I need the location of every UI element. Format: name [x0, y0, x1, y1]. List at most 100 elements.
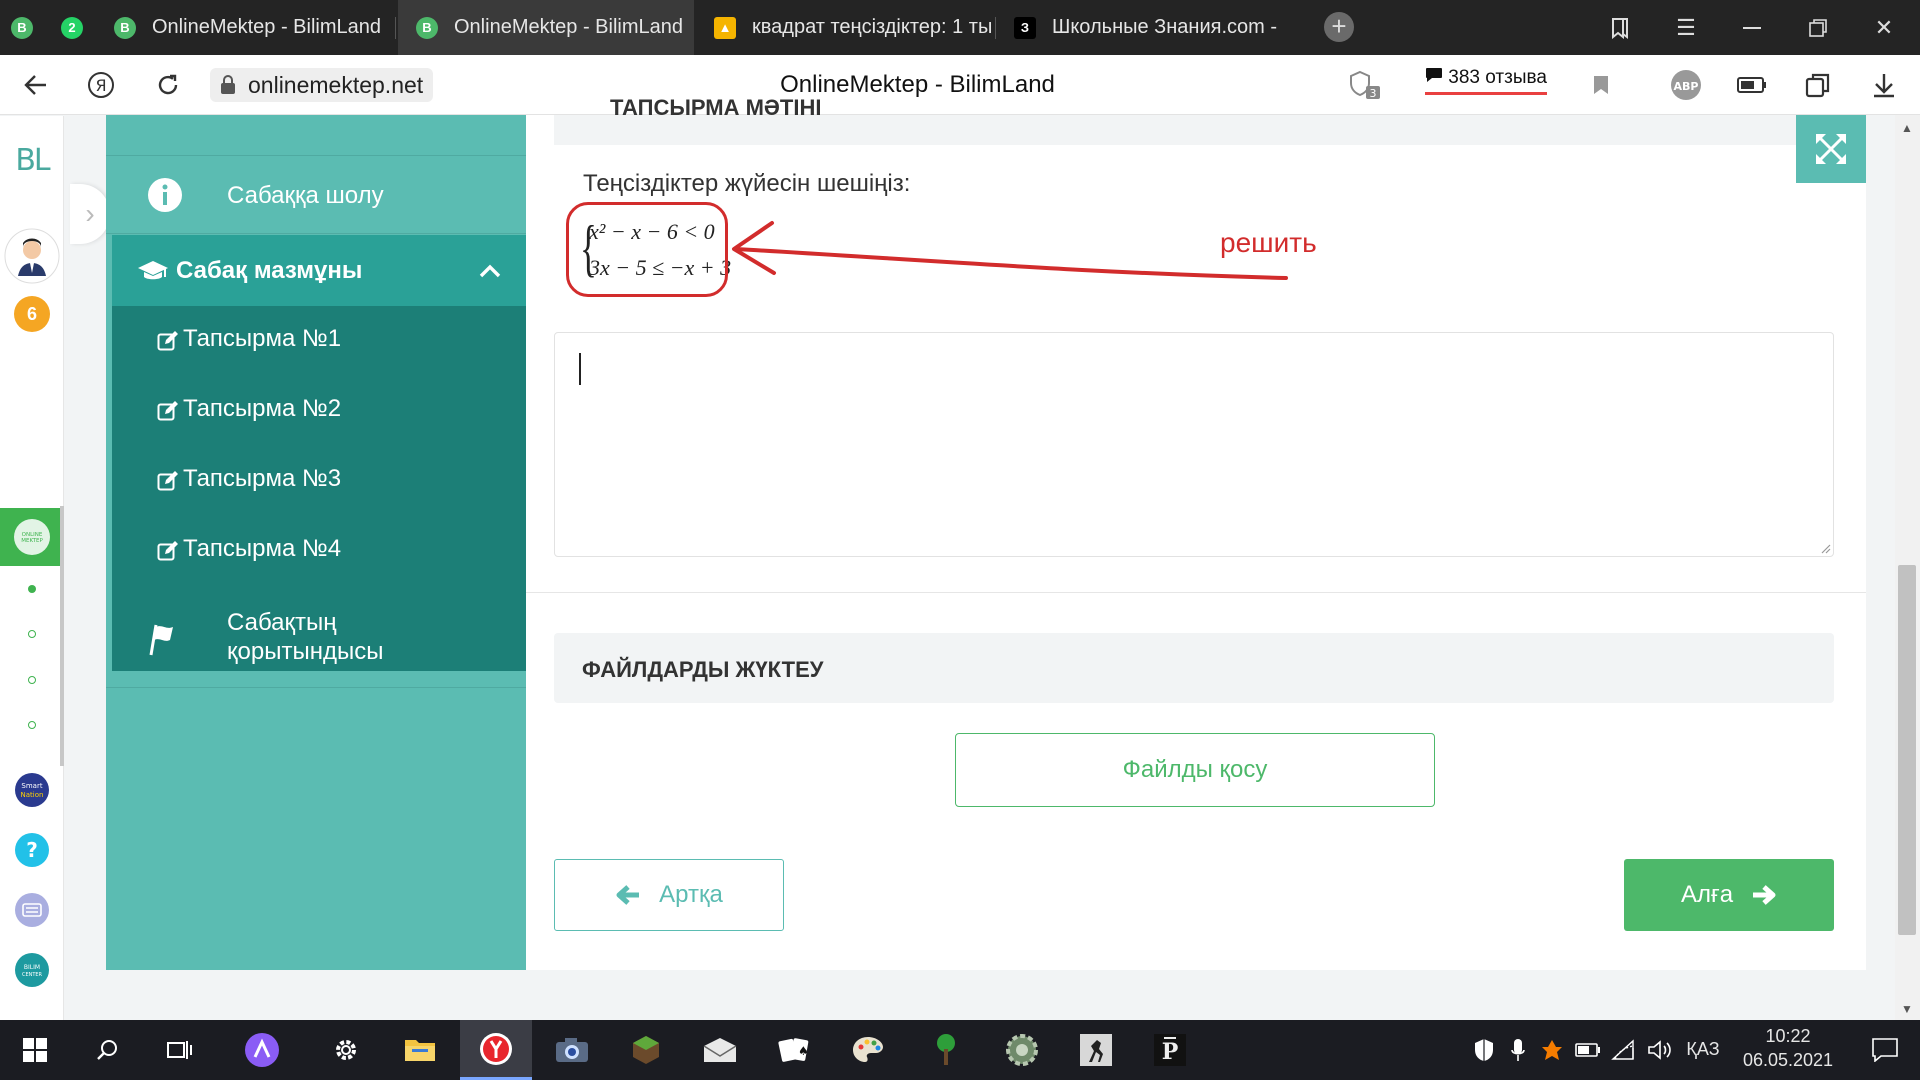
- answer-textarea[interactable]: [554, 332, 1834, 557]
- mail-icon[interactable]: [684, 1020, 756, 1080]
- protect-shield-icon[interactable]: 3: [1348, 69, 1382, 101]
- arrow-left-icon: [616, 885, 640, 905]
- add-file-button[interactable]: Файлды қосу: [955, 733, 1435, 807]
- next-label: Алға: [1680, 881, 1734, 908]
- adblock-icon[interactable]: ABP: [1670, 69, 1702, 101]
- bookmarks-panel-icon[interactable]: [1590, 0, 1650, 55]
- svg-text:MEKTEP: MEKTEP: [21, 538, 43, 544]
- collections-icon[interactable]: [1802, 69, 1834, 101]
- tab-separator: [395, 17, 396, 39]
- bilimland-icon: B: [416, 16, 438, 39]
- add-file-label: Файлды қосу: [1122, 756, 1268, 783]
- znanija-icon: З: [1014, 16, 1036, 39]
- smart-nation-icon[interactable]: Smart Nation: [0, 768, 64, 812]
- keyboard-icon[interactable]: [0, 888, 64, 932]
- divider: [526, 592, 1866, 593]
- settings-gear-icon[interactable]: [310, 1020, 382, 1080]
- restore-icon[interactable]: [1788, 0, 1848, 55]
- sidebar-section-lesson-content[interactable]: Сабақ мазмұны: [112, 235, 526, 306]
- reviews-label: 383 отзыва: [1448, 67, 1547, 88]
- shooter-game-icon[interactable]: [1060, 1020, 1132, 1080]
- online-mektep-app-icon[interactable]: ONLINE MEKTEP: [0, 508, 64, 566]
- browser-tab-active[interactable]: B OnlineMektep - BilimLand: [398, 0, 694, 55]
- sidebar-item-label: Сабақтың қорытындысы: [227, 609, 384, 665]
- action-center-icon[interactable]: [1850, 1020, 1920, 1080]
- close-window-icon[interactable]: ✕: [1854, 0, 1914, 55]
- browser-tab-pinned-whatsapp[interactable]: 2: [48, 0, 96, 55]
- sidebar-item-task-4-active[interactable]: Тапсырма №4: [112, 516, 526, 586]
- microphone-icon[interactable]: [1500, 1020, 1536, 1080]
- clock[interactable]: 10:22 06.05.2021: [1738, 1026, 1838, 1076]
- browser-tab-label: Школьные Знания.com -: [1052, 16, 1278, 38]
- bilimland-icon: B: [114, 16, 136, 39]
- paint-palette-icon[interactable]: [832, 1020, 904, 1080]
- bilim-center-icon[interactable]: BILIM CENTER: [0, 948, 64, 992]
- speech-bubble-icon: [1425, 67, 1448, 88]
- notifications-badge[interactable]: 6: [0, 294, 64, 334]
- windows-start-icon[interactable]: [0, 1020, 70, 1080]
- gear-badge-app-icon[interactable]: [986, 1020, 1058, 1080]
- annotation-text: решить: [1220, 227, 1317, 258]
- windows-taskbar: ♠ P ҚАЗ 10:22 06.05.2021: [0, 1020, 1920, 1080]
- task-view-icon[interactable]: [144, 1020, 216, 1080]
- defender-shield-icon[interactable]: [1466, 1020, 1502, 1080]
- resize-handle-icon[interactable]: [1819, 542, 1831, 554]
- browser-sidebar: BL › 6 ONLINE MEKTEP Smart Nation ? BILIM C…: [0, 116, 110, 1020]
- battery-tray-icon[interactable]: [1570, 1020, 1606, 1080]
- help-icon[interactable]: ?: [0, 828, 64, 872]
- sidebar-item-summary[interactable]: Сабақтың қорытындысы: [106, 588, 526, 688]
- page-scrollbar-thumb[interactable]: [1898, 565, 1916, 935]
- next-button[interactable]: Алға: [1624, 859, 1834, 931]
- solitaire-cards-icon[interactable]: ♠: [758, 1020, 830, 1080]
- user-avatar[interactable]: [0, 226, 64, 286]
- bookmark-icon[interactable]: [1585, 69, 1617, 101]
- adblock-label: ABP: [1674, 80, 1699, 93]
- sidebar-item-overview[interactable]: Сабаққа шолу: [106, 156, 526, 234]
- reviews-link[interactable]: 383 отзыва: [1425, 67, 1547, 95]
- sidebar-item-task-1[interactable]: Тапсырма №1: [112, 306, 526, 376]
- badge-count: 6: [14, 296, 50, 332]
- sidebar-scrollbar[interactable]: [60, 506, 64, 766]
- scroll-down-arrow-icon[interactable]: ▼: [1901, 1002, 1913, 1016]
- edit-icon: [156, 470, 180, 492]
- download-icon[interactable]: [1868, 69, 1900, 101]
- bilimland-logo[interactable]: BL: [0, 140, 64, 180]
- sidebar-item-hidden-top[interactable]: [106, 115, 526, 156]
- battery-icon[interactable]: [1736, 69, 1768, 101]
- browser-tab[interactable]: З Школьные Знания.com -: [998, 0, 1294, 55]
- sidebar-page-dot[interactable]: [28, 676, 36, 684]
- file-explorer-icon[interactable]: [384, 1020, 456, 1080]
- volume-icon[interactable]: [1642, 1020, 1678, 1080]
- tab-separator: [995, 17, 996, 39]
- new-tab-button[interactable]: +: [1324, 12, 1354, 42]
- wifi-icon[interactable]: [1606, 1020, 1642, 1080]
- browser-tab-pinned-bilimland[interactable]: B: [0, 0, 44, 55]
- browser-menu-icon[interactable]: ☰: [1656, 0, 1716, 55]
- alice-assistant-icon[interactable]: [226, 1020, 298, 1080]
- text-cursor: [579, 353, 581, 385]
- puzzle-game-icon[interactable]: P: [1134, 1020, 1206, 1080]
- edit-icon: [156, 400, 180, 422]
- sidebar-item-task-3[interactable]: Тапсырма №3: [112, 446, 526, 516]
- minecraft-icon[interactable]: [610, 1020, 682, 1080]
- camera-icon[interactable]: [536, 1020, 608, 1080]
- back-button[interactable]: Артқа: [554, 859, 784, 931]
- sidebar-item-task-2[interactable]: Тапсырма №2: [112, 376, 526, 446]
- sidebar-page-dot[interactable]: [28, 630, 36, 638]
- scroll-up-arrow-icon[interactable]: ▲: [1901, 121, 1913, 135]
- shield-count: 3: [1370, 87, 1377, 100]
- sidebar-page-dot[interactable]: [28, 721, 36, 729]
- svg-text:CENTER: CENTER: [22, 972, 43, 978]
- task-content-panel: ТАПСЫРМА МӘТІНІ Теңсіздіктер жүйесін шеш…: [526, 95, 1866, 970]
- annotation-arrow: [732, 221, 1288, 280]
- sidebar-expand-button[interactable]: ›: [70, 184, 110, 244]
- tree-app-icon[interactable]: [910, 1020, 982, 1080]
- input-language[interactable]: ҚАЗ: [1678, 1039, 1728, 1060]
- yandex-browser-taskbar-icon[interactable]: [460, 1020, 532, 1080]
- sidebar-page-dot-active[interactable]: [28, 585, 36, 593]
- minimize-icon[interactable]: [1722, 0, 1782, 55]
- browser-tab[interactable]: ▲ квадрат теңсіздіктер: 1 ты: [696, 0, 992, 55]
- app-tray-icon[interactable]: [1534, 1020, 1570, 1080]
- browser-tab[interactable]: B OnlineMektep - BilimLand: [96, 0, 392, 55]
- search-icon[interactable]: [72, 1020, 144, 1080]
